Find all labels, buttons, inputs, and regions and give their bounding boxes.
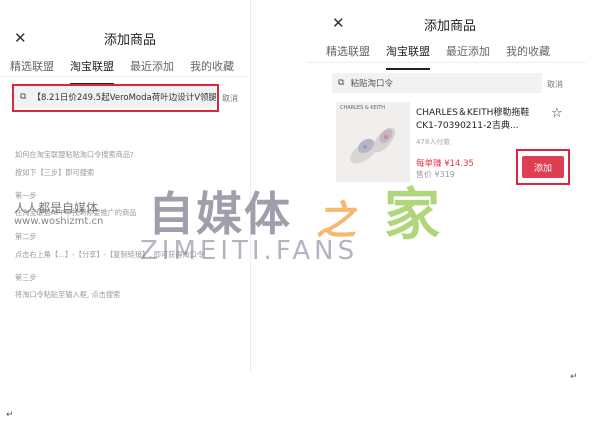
- search-input[interactable]: ⧉ 粘贴淘口令: [332, 73, 542, 93]
- return-mark: ↵: [6, 410, 14, 420]
- return-mark: ↵: [570, 372, 578, 382]
- divider: [0, 76, 248, 77]
- close-icon[interactable]: ✕: [332, 16, 345, 31]
- product-name: CHARLES＆KEITH穆勒拖鞋CK1-70390211-2吉典...: [416, 108, 530, 131]
- divider: [306, 62, 586, 63]
- help-intro: 按如下【三步】即可搜索: [15, 168, 95, 177]
- favorite-star-icon[interactable]: ☆: [551, 106, 563, 121]
- right-phone-screen: ✕ 添加商品 精选联盟 淘宝联盟 最近添加 我的收藏 ⧉ 粘贴淘口令 取消: [306, 0, 586, 372]
- copy-icon: ⧉: [338, 78, 345, 88]
- watermark-site-url: www.woshizmt.cn: [14, 216, 104, 227]
- close-icon[interactable]: ✕: [14, 31, 27, 46]
- help-question: 如何在淘宝联盟粘贴淘口令搜索商品?: [15, 150, 134, 159]
- watermark-brand: 自媒体: [148, 187, 292, 241]
- help-step2-title: 第二步: [15, 232, 37, 241]
- cancel-button[interactable]: 取消: [222, 93, 238, 104]
- watermark-jia: 家: [384, 183, 440, 248]
- watermark-site-name: 人人都是自媒体: [14, 201, 99, 215]
- cancel-button[interactable]: 取消: [547, 79, 563, 90]
- page-title: 添加商品: [424, 19, 477, 34]
- product-sold-count: 478人付款: [416, 138, 451, 146]
- help-step3-text: 将淘口令粘贴至输入框, 点击搜索: [15, 290, 121, 299]
- highlight-box: [12, 84, 219, 112]
- search-placeholder: 粘贴淘口令: [350, 79, 393, 89]
- page-title: 添加商品: [104, 33, 157, 48]
- help-step3-title: 第三步: [15, 273, 37, 282]
- watermark-domain: ZIMEITI.FANS: [140, 236, 359, 266]
- add-product-button[interactable]: 添加: [522, 156, 564, 178]
- product-commission: 每单赚 ¥14.35: [416, 159, 474, 169]
